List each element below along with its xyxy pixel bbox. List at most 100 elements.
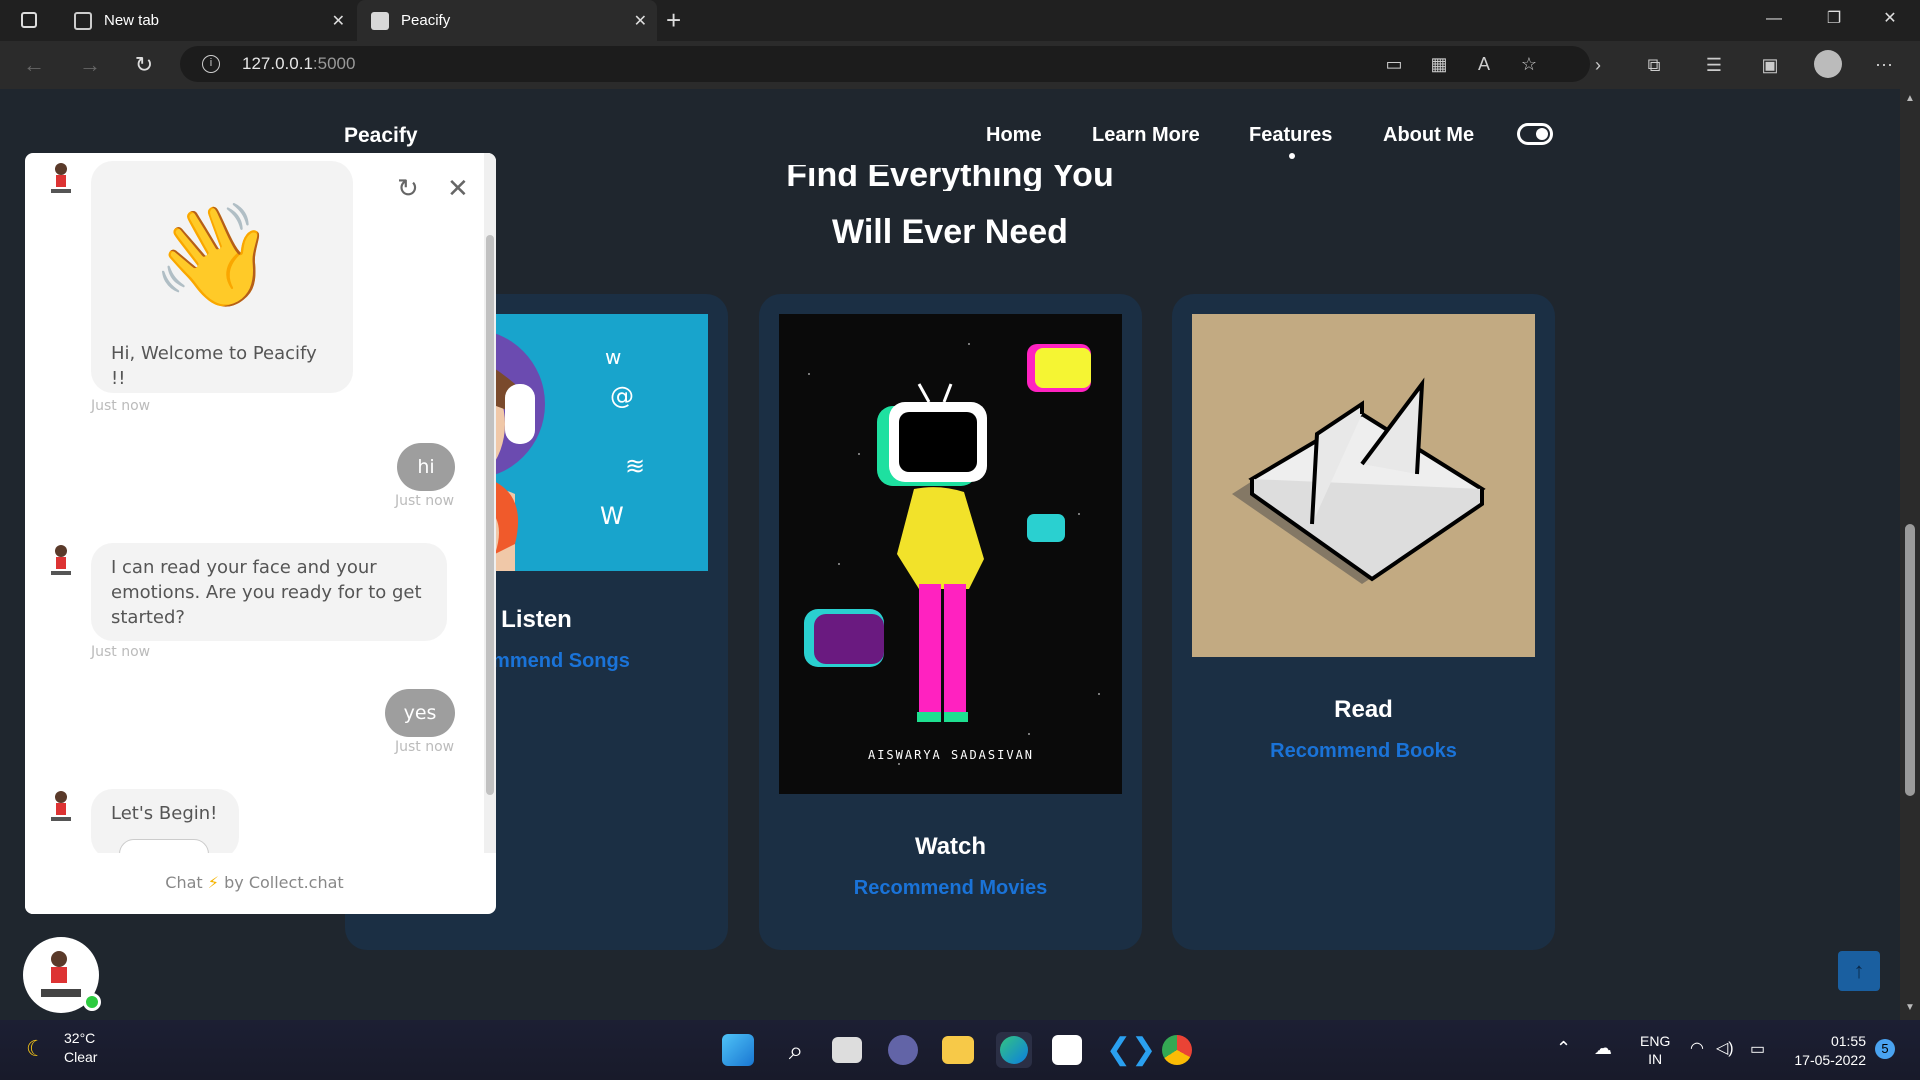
watch-card[interactable]: AISWARYA SADASIVAN Watch Recommend Movie…: [759, 294, 1142, 950]
tab-actions-icon[interactable]: [21, 12, 37, 28]
clock-time: 01:55: [1830, 1033, 1866, 1049]
refresh-icon[interactable]: ↻: [128, 49, 160, 81]
language-code: ENG: [1640, 1033, 1671, 1049]
watch-illustration: AISWARYA SADASIVAN: [779, 314, 1122, 794]
weather-widget[interactable]: 32°C Clear: [64, 1030, 97, 1065]
chevron-right-icon[interactable]: ›: [1584, 51, 1612, 79]
art-caption: AISWARYA SADASIVAN: [868, 748, 1034, 762]
start-icon[interactable]: [722, 1034, 754, 1066]
clock[interactable]: 01:55 17-05-2022: [1790, 1032, 1866, 1070]
site-info-icon[interactable]: i: [202, 55, 220, 73]
close-window-icon[interactable]: ✕: [1860, 0, 1920, 41]
message-timestamp: Just now: [91, 644, 151, 660]
bot-avatar: [51, 545, 71, 575]
card-title: Watch: [914, 833, 987, 860]
extensions-grid-icon[interactable]: ▦: [1425, 50, 1453, 78]
scrollbar-thumb[interactable]: [1905, 524, 1915, 796]
nav-learn-more[interactable]: Learn More: [1092, 124, 1200, 147]
card-title: Read: [1334, 696, 1393, 723]
weather-condition: Clear: [64, 1049, 98, 1065]
close-chat-icon[interactable]: ✕: [447, 173, 469, 204]
scroll-up-icon[interactable]: ▲: [1905, 93, 1915, 104]
message-timestamp: Just now: [395, 739, 455, 755]
tab-label: New tab: [104, 12, 160, 29]
message-timestamp: Just now: [91, 398, 151, 414]
region-code: IN: [1648, 1051, 1663, 1067]
restart-chat-icon[interactable]: ↻: [397, 173, 419, 204]
notification-badge[interactable]: 5: [1875, 1039, 1895, 1059]
wifi-icon[interactable]: ◠: [1690, 1038, 1704, 1058]
file-explorer-icon[interactable]: [942, 1036, 974, 1064]
bot-message: 👋 Hi, Welcome to Peacify !!: [91, 161, 353, 393]
clock-date: 17-05-2022: [1794, 1052, 1866, 1068]
profile-avatar[interactable]: [1814, 50, 1842, 78]
read-illustration: [1192, 314, 1535, 657]
recommend-books-link[interactable]: Recommend Books: [1172, 740, 1555, 763]
store-icon[interactable]: [1052, 1035, 1082, 1065]
tab-new-tab[interactable]: New tab ✕: [60, 0, 355, 41]
forward-icon[interactable]: →: [74, 49, 106, 81]
tab-strip: New tab ✕ Peacify ✕ + — ❐ ✕: [0, 0, 1920, 41]
scroll-to-top-button[interactable]: ↑: [1838, 951, 1880, 991]
more-menu-icon[interactable]: ⋯: [1870, 51, 1898, 79]
show-hidden-icons[interactable]: ⌃: [1556, 1038, 1571, 1059]
theme-toggle[interactable]: [1517, 123, 1553, 145]
chat-scrollbar[interactable]: [484, 153, 496, 853]
chat-scrollbar-thumb[interactable]: [486, 235, 494, 795]
battery-icon[interactable]: ▭: [1750, 1039, 1765, 1059]
message-timestamp: Just now: [395, 493, 455, 509]
bot-avatar: [51, 791, 71, 821]
favorite-star-icon[interactable]: ☆: [1515, 50, 1543, 78]
section-heading-line2: Will Ever Need: [832, 213, 1068, 251]
task-view-icon[interactable]: [832, 1037, 862, 1063]
extensions-icon[interactable]: ⧉: [1640, 51, 1668, 79]
restore-icon[interactable]: ❐: [1804, 0, 1864, 41]
nav-home[interactable]: Home: [986, 124, 1042, 147]
message-text: Let's Begin!: [111, 803, 218, 824]
close-tab-icon[interactable]: ✕: [332, 11, 345, 31]
user-message: yes: [385, 689, 455, 737]
moon-icon: ☾: [26, 1036, 46, 1061]
recommend-movies-link[interactable]: Recommend Movies: [759, 877, 1142, 900]
chat-footer[interactable]: Chat ⚡ by Collect.chat: [25, 853, 484, 914]
address-bar[interactable]: i 127.0.0.1:5000 ▭ ▦ A ☆: [180, 46, 1590, 82]
bot-avatar: [51, 163, 71, 193]
svg-text:w: w: [605, 345, 621, 369]
collections-icon[interactable]: ▣: [1756, 51, 1784, 79]
tab-peacify[interactable]: Peacify ✕: [357, 0, 657, 41]
peacify-favicon-icon: [371, 11, 389, 30]
teams-chat-icon[interactable]: [888, 1035, 918, 1065]
nav-about-me[interactable]: About Me: [1383, 124, 1474, 147]
new-tab-button[interactable]: +: [666, 5, 681, 36]
new-tab-icon: [74, 11, 92, 30]
chrome-icon[interactable]: [1162, 1035, 1192, 1065]
section-heading-line1: Find Everything You: [786, 165, 1114, 191]
back-icon[interactable]: ←: [18, 49, 50, 81]
page-scrollbar[interactable]: ▲ ▼: [1900, 89, 1920, 1020]
read-aloud-icon[interactable]: A: [1470, 50, 1498, 78]
message-text: hi: [417, 456, 435, 478]
minimize-icon[interactable]: —: [1744, 0, 1804, 41]
favorites-icon[interactable]: ☰: [1700, 51, 1728, 79]
onedrive-icon[interactable]: ☁: [1594, 1038, 1612, 1059]
url-host: 127.0.0.1: [242, 54, 313, 73]
edge-icon[interactable]: [996, 1032, 1032, 1068]
vscode-icon[interactable]: ❮❯: [1106, 1032, 1156, 1068]
svg-text:≋: ≋: [625, 452, 645, 480]
message-text: Hi, Welcome to Peacify !!: [111, 343, 317, 389]
nav-features[interactable]: Features: [1249, 124, 1332, 147]
chat-launcher-button[interactable]: [23, 937, 101, 1013]
scroll-down-icon[interactable]: ▼: [1905, 1002, 1915, 1013]
search-icon[interactable]: ⌕: [778, 1032, 814, 1068]
site-brand[interactable]: Peacify: [344, 124, 418, 148]
volume-icon[interactable]: ◁): [1716, 1038, 1734, 1058]
footer-prefix: Chat: [165, 873, 203, 892]
read-card[interactable]: Read Recommend Books: [1172, 294, 1555, 950]
user-message: hi: [397, 443, 455, 491]
app-available-icon[interactable]: ▭: [1380, 50, 1408, 78]
close-tab-icon[interactable]: ✕: [634, 11, 647, 31]
tab-label: Peacify: [401, 12, 451, 29]
waving-hand-icon: 👋: [151, 197, 276, 314]
url-port: :5000: [312, 54, 356, 73]
language-indicator[interactable]: ENG IN: [1640, 1032, 1670, 1068]
